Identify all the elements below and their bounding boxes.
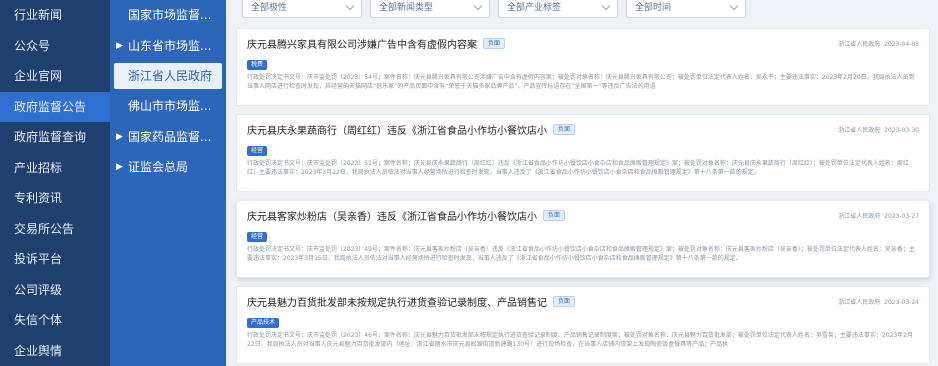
filter-select-label: 全部时间 bbox=[635, 3, 672, 13]
news-date: 2023-04-03 bbox=[884, 41, 919, 48]
primary-nav-item[interactable]: 专利资讯 bbox=[0, 183, 110, 214]
news-title-link[interactable]: 庆元县庆永果蔬商行（周红红）违反《浙江省食品小作坊小餐饮店小 bbox=[247, 122, 547, 137]
primary-nav-item[interactable]: 企业官网 bbox=[0, 61, 110, 92]
news-card[interactable]: 庆元县庆永果蔬商行（周红红）违反《浙江省食品小作坊小餐饮店小 负面 浙江省人民政府 … bbox=[236, 114, 930, 192]
chevron-down-icon bbox=[729, 1, 739, 11]
sentiment-badge: 负面 bbox=[543, 210, 566, 221]
primary-nav-item[interactable]: 政府监督查询 bbox=[0, 122, 110, 153]
news-title-link[interactable]: 庆元县腾兴家具有限公司涉嫌广告中含有虚假内容案 bbox=[247, 36, 477, 51]
secondary-nav-item[interactable]: 佛山市市场监... bbox=[110, 91, 226, 122]
primary-nav-item[interactable]: 产业招标 bbox=[0, 153, 110, 184]
news-title-link[interactable]: 庆元县魅力百货批发部未按规定执行进货查验记录制度、产品销售记 bbox=[247, 294, 547, 309]
primary-nav-item[interactable]: 公众号 bbox=[0, 31, 110, 62]
news-date: 2023-03-27 bbox=[884, 213, 919, 220]
secondary-nav-label: 浙江省人民政府 bbox=[128, 69, 213, 83]
filter-select[interactable]: 全部时间 bbox=[626, 0, 746, 18]
industry-tag: 经营 bbox=[247, 232, 268, 242]
primary-nav-item[interactable]: 公司评级 bbox=[0, 275, 110, 306]
primary-nav-item[interactable]: 投诉平台 bbox=[0, 244, 110, 275]
filter-select-label: 全部产业标签 bbox=[507, 3, 562, 13]
filter-select-label: 全部新闻类型 bbox=[379, 3, 434, 13]
chevron-down-icon bbox=[601, 1, 611, 11]
sentiment-badge: 负面 bbox=[553, 296, 576, 307]
sentiment-badge: 负面 bbox=[553, 124, 576, 135]
result-list: 庆元县腾兴家具有限公司涉嫌广告中含有虚假内容案 负面 浙江省人民政府 2023-04… bbox=[234, 28, 930, 364]
news-meta: 浙江省人民政府 2023-03-27 bbox=[838, 211, 919, 220]
industry-tag: 税费 bbox=[247, 60, 268, 70]
news-meta: 浙江省人民政府 2023-04-03 bbox=[838, 39, 919, 48]
filter-select[interactable]: 全部产业标签 bbox=[498, 0, 618, 18]
news-summary: 行政处罚决定书文号：庆市监处罚〔2023〕46号；案件名称：庆元县魅力百货批发部… bbox=[247, 332, 913, 348]
filter-select-label: 全部极性 bbox=[251, 3, 288, 13]
secondary-nav-item[interactable]: 国家市场监督... bbox=[110, 0, 226, 31]
primary-nav-item[interactable]: 交易所公告 bbox=[0, 214, 110, 245]
secondary-nav-item[interactable]: ▶ 国家药品监督... bbox=[110, 122, 226, 153]
secondary-nav-label: 佛山市市场监... bbox=[128, 99, 212, 113]
chevron-down-icon bbox=[345, 1, 355, 11]
news-card-title-row: 庆元县庆永果蔬商行（周红红）违反《浙江省食品小作坊小餐饮店小 负面 bbox=[247, 122, 919, 137]
news-card[interactable]: 庆元县客家炒粉店（吴亲香）违反《浙江省食品小作坊小餐饮店小 负面 浙江省人民政府 2… bbox=[236, 200, 930, 278]
news-meta: 浙江省人民政府 2023-03-30 bbox=[838, 125, 919, 134]
app-root: 行业新闻 公众号 企业官网 政府监督公告 政府监督查询 产业招标 专利资讯 交易所公告 投诉平台… bbox=[0, 0, 938, 366]
main-content: 全部极性 全部新闻类型 全部产业标签 全部时间 庆元县腾兴家具有限公司涉嫌广告中含有虚… bbox=[226, 0, 938, 366]
caret-right-icon: ▶ bbox=[116, 131, 123, 142]
news-source: 浙江省人民政府 bbox=[838, 299, 881, 306]
primary-nav: 行业新闻 公众号 企业官网 政府监督公告 政府监督查询 产业招标 专利资讯 交易所公告 投诉平台… bbox=[0, 0, 110, 366]
primary-nav-item[interactable]: 企业舆情 bbox=[0, 336, 110, 366]
news-source: 浙江省人民政府 bbox=[838, 213, 881, 220]
news-meta: 浙江省人民政府 2023-03-24 bbox=[838, 297, 919, 306]
caret-right-icon: ▶ bbox=[116, 162, 123, 172]
primary-nav-item[interactable]: 行业新闻 bbox=[0, 0, 110, 31]
secondary-nav-item[interactable]: ▶ 证监会总局 bbox=[110, 152, 226, 183]
news-date: 2023-03-24 bbox=[884, 299, 919, 306]
filter-select[interactable]: 全部新闻类型 bbox=[370, 0, 490, 18]
industry-tag: 经营 bbox=[247, 146, 268, 156]
primary-nav-item[interactable]: 失信个体 bbox=[0, 305, 110, 336]
news-card-title-row: 庆元县腾兴家具有限公司涉嫌广告中含有虚假内容案 负面 bbox=[247, 36, 919, 51]
secondary-nav-item[interactable]: ▶ 山东省市场监... bbox=[110, 31, 226, 62]
news-source: 浙江省人民政府 bbox=[838, 41, 881, 48]
news-card[interactable]: 庆元县魅力百货批发部未按规定执行进货查验记录制度、产品销售记 负面 浙江省人民政府 … bbox=[236, 286, 930, 364]
news-source: 浙江省人民政府 bbox=[838, 127, 881, 134]
industry-tag: 产品技术 bbox=[247, 318, 280, 328]
secondary-nav-label: 证监会总局 bbox=[128, 160, 189, 174]
news-summary: 行政处罚决定书文号：庆市监处罚〔2023〕51号；案件名称：庆元县庆永果蔬商行（… bbox=[247, 160, 909, 176]
filter-select[interactable]: 全部极性 bbox=[242, 0, 362, 18]
primary-nav-item[interactable]: 政府监督公告 bbox=[0, 91, 110, 122]
news-card-title-row: 庆元县客家炒粉店（吴亲香）违反《浙江省食品小作坊小餐饮店小 负面 bbox=[247, 208, 919, 223]
caret-right-icon: ▶ bbox=[116, 40, 123, 51]
chevron-down-icon bbox=[473, 1, 483, 11]
news-card[interactable]: 庆元县腾兴家具有限公司涉嫌广告中含有虚假内容案 负面 浙江省人民政府 2023-04… bbox=[236, 28, 930, 106]
secondary-nav: 国家市场监督... ▶ 山东省市场监... 浙江省人民政府 佛山市市场监... ▶ 国家药品… bbox=[110, 0, 226, 366]
secondary-nav-label: 山东省市场监... bbox=[128, 38, 212, 53]
news-summary: 行政处罚决定书文号：庆市监处罚〔2023〕49号；案件名称：庆元县客家炒粉店（吴… bbox=[247, 246, 915, 262]
secondary-nav-item[interactable]: 浙江省人民政府 bbox=[114, 63, 222, 89]
secondary-nav-label: 国家药品监督... bbox=[128, 129, 212, 144]
news-card-title-row: 庆元县魅力百货批发部未按规定执行进货查验记录制度、产品销售记 负面 bbox=[247, 294, 919, 309]
filter-bar: 全部极性 全部新闻类型 全部产业标签 全部时间 bbox=[234, 0, 930, 22]
news-summary: 行政处罚决定书文号：庆市监处罚〔2023〕54号；案件名称：庆元县腾兴家具有限公… bbox=[247, 74, 915, 90]
secondary-nav-label: 国家市场监督... bbox=[128, 8, 212, 22]
sentiment-badge: 负面 bbox=[483, 38, 506, 49]
news-date: 2023-03-30 bbox=[884, 127, 919, 134]
news-title-link[interactable]: 庆元县客家炒粉店（吴亲香）违反《浙江省食品小作坊小餐饮店小 bbox=[247, 208, 537, 223]
